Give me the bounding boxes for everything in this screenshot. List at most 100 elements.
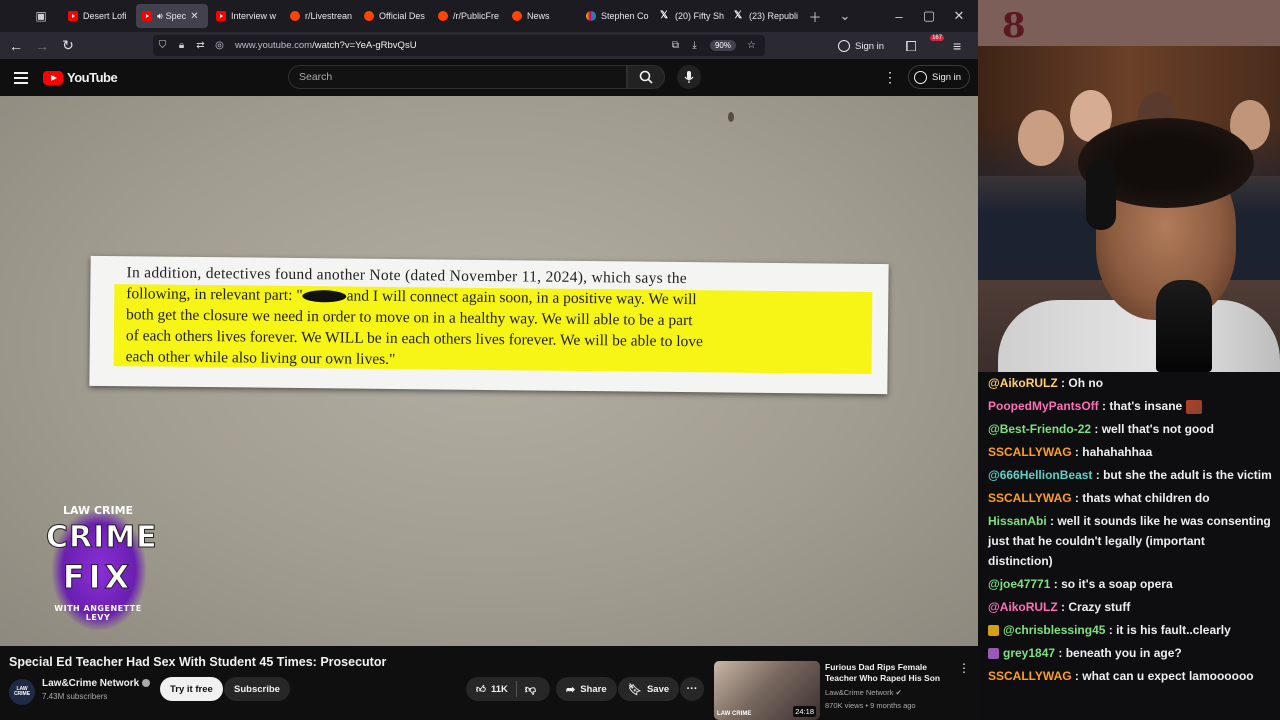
chat-username[interactable]: @Best-Friendo-22 (988, 422, 1091, 436)
like-button[interactable]: 👍︎ 11K (466, 681, 517, 697)
shield-icon[interactable]: ⛉ (153, 40, 172, 51)
recommended-title[interactable]: Furious Dad Rips Female Teacher Who Rape… (825, 662, 950, 684)
video-player[interactable]: In addition, detectives found another No… (0, 96, 978, 646)
recommended-more-icon[interactable]: ⋮ (958, 661, 970, 675)
chat-username[interactable]: @666HellionBeast (988, 468, 1092, 482)
browser-tab[interactable]: /r/PublicFre (432, 4, 504, 28)
permissions-icon[interactable]: ⇄ (191, 40, 210, 51)
dislike-button[interactable]: 👎︎ (517, 683, 544, 696)
extensions-icon[interactable]: ⧠ (898, 38, 924, 55)
thumb-logo-text: LAW CRIME (717, 711, 752, 717)
live-chat: @AikoRULZ : Oh no PoopedMyPantsOff : that… (978, 372, 1280, 720)
chat-username[interactable]: SSCALLYWAG (988, 491, 1072, 505)
chat-text: : well that's not good (1091, 422, 1214, 436)
youtube-play-icon (43, 70, 63, 85)
chat-message: SSCALLYWAG : what can u expect lamoooooo (988, 666, 1272, 686)
recommended-thumbnail[interactable]: LAW CRIME 24:18 (714, 661, 820, 720)
browser-tab[interactable]: Stephen Co (580, 4, 652, 28)
microphone-icon (684, 71, 694, 83)
maximize-icon[interactable]: ▢ (914, 8, 944, 24)
browser-tab-label: Official Des (379, 11, 425, 21)
browser-tab[interactable]: 𝕏 (23) Republi (728, 4, 800, 28)
browser-tab[interactable]: 🔊︎ Spec ✕ (136, 4, 208, 28)
chat-text: : beneath you in age? (1055, 646, 1182, 660)
reload-icon[interactable]: ↻ (55, 37, 81, 54)
chat-username[interactable]: @AikoRULZ (988, 376, 1058, 390)
forward-icon[interactable]: → (29, 38, 55, 54)
search-button[interactable] (627, 65, 665, 89)
subscribe-button[interactable]: Subscribe (224, 677, 290, 701)
list-all-tabs-icon[interactable]: ⌄ (830, 8, 860, 24)
chat-username[interactable]: @chrisblessing45 (1003, 623, 1105, 637)
youtube-sign-in-button[interactable]: Sign in (908, 65, 971, 89)
verified-icon (142, 679, 151, 688)
document-line-2-suffix: and I will connect again soon, in a posi… (346, 287, 697, 309)
bookmark-star-icon[interactable]: ☆ (742, 40, 761, 51)
channel-name[interactable]: Law&Crime Network (42, 678, 151, 689)
youtube-sign-in-label: Sign in (932, 71, 962, 83)
minimize-icon[interactable]: – (884, 9, 914, 24)
tab-audio-icon[interactable]: 🔊︎ (157, 11, 163, 22)
url-host: www.youtube.com (235, 40, 313, 51)
browser-tab-label: (20) Fifty Sh (675, 11, 725, 21)
search-input[interactable]: Search (288, 65, 627, 89)
browser-sign-in-label: Sign in (855, 40, 885, 52)
browser-tab[interactable]: News (506, 4, 578, 28)
chat-username[interactable]: grey1847 (1003, 646, 1055, 660)
youtube-logo-text: YouTube (67, 70, 118, 85)
voice-search-button[interactable] (677, 65, 701, 89)
browser-tab[interactable]: Interview w (210, 4, 282, 28)
back-icon[interactable]: ← (3, 38, 29, 54)
address-bar[interactable]: ⛉ 🔒︎ ⇄ ◎ www.youtube.com/watch?v=YeA-gRb… (153, 35, 765, 56)
thumbs-up-icon: 👍︎ (476, 684, 486, 695)
browser-tab[interactable]: 𝕏 (20) Fifty Sh (654, 4, 726, 28)
save-button[interactable]: 🔖︎ Save (618, 677, 680, 701)
guide-menu-icon[interactable] (14, 71, 28, 84)
recommended-channel[interactable]: Law&Crime Network ✔︎ (825, 688, 902, 697)
thumbs-down-icon: 👎︎ (524, 683, 537, 696)
logo-bottom-text: WITH ANGENETTE LEVY (54, 604, 142, 622)
chat-username[interactable]: @joe47771 (988, 577, 1050, 591)
chat-username[interactable]: PoopedMyPantsOff (988, 399, 1099, 413)
chat-badge-icon (988, 625, 999, 637)
browser-tab[interactable]: Desert Lofi (62, 4, 134, 28)
logo-top-text: LAW CRIME (62, 504, 134, 517)
like-dislike-group: 👍︎ 11K 👎︎ (466, 677, 550, 701)
chat-message: @AikoRULZ : Crazy stuff (988, 597, 1272, 617)
zoom-level[interactable]: 90% (709, 40, 736, 51)
save-label: Save (646, 683, 670, 695)
chat-username[interactable]: HissanAbi (988, 514, 1047, 528)
browser-tab-label: Stephen Co (601, 11, 649, 21)
try-it-free-button[interactable]: Try it free (160, 677, 223, 701)
chat-username[interactable]: SSCALLYWAG (988, 669, 1072, 683)
site-info-icon[interactable]: ◎ (210, 40, 229, 51)
close-tab-icon[interactable]: ✕ (190, 11, 198, 22)
save-playlist-icon: 🔖︎ (628, 683, 642, 696)
chat-message: SSCALLYWAG : thats what children do (988, 488, 1272, 508)
picture-in-picture-icon[interactable]: ⧉ (666, 40, 685, 51)
youtube-logo[interactable]: YouTube (43, 70, 118, 85)
settings-kebab-icon[interactable]: ⋮ (883, 69, 897, 86)
share-button[interactable]: ➦ Share (556, 677, 617, 701)
app-menu-icon[interactable]: ≡ (944, 38, 970, 54)
extension-badge-icon[interactable]: 167 (924, 35, 945, 53)
download-icon[interactable]: ⤓ (685, 40, 704, 51)
chat-username[interactable]: @AikoRULZ (988, 600, 1058, 614)
url-path: /watch?v=YeA-gRbvQsU (312, 40, 417, 51)
browser-sign-in[interactable]: Sign in (838, 40, 884, 52)
tab-overview-icon[interactable]: ▣ (28, 6, 54, 26)
chat-username[interactable]: SSCALLYWAG (988, 445, 1072, 459)
background-person (1018, 110, 1064, 166)
lock-icon[interactable]: 🔒︎ (172, 40, 191, 51)
browser-tab[interactable]: r/Livestrean (284, 4, 356, 28)
new-tab-icon[interactable]: ＋ (800, 7, 830, 26)
chat-text: : what can u expect lamoooooo (1071, 669, 1254, 683)
channel-avatar[interactable]: LAW CRIME (9, 679, 35, 705)
browser-tab[interactable]: Official Des (358, 4, 430, 28)
url-text[interactable]: www.youtube.com/watch?v=YeA-gRbvQsU (235, 40, 417, 51)
dust-speck (728, 112, 734, 122)
close-window-icon[interactable]: ✕ (944, 8, 974, 24)
more-actions-icon[interactable]: ··· (680, 677, 704, 701)
document-line-2-prefix: following, in relevant part: " (126, 285, 303, 305)
logo-word-crime: CRIME (46, 520, 158, 556)
